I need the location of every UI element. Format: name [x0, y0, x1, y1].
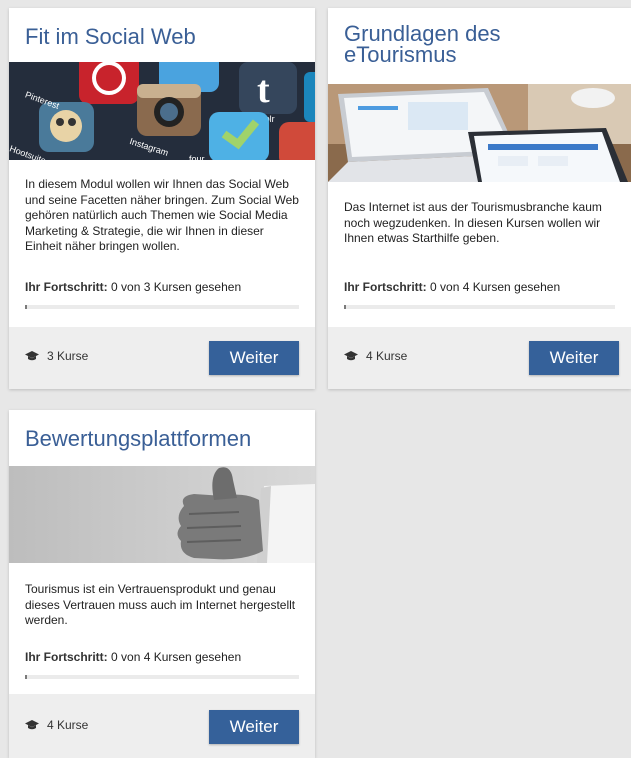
card-title: Fit im Social Web	[25, 24, 196, 49]
graduation-cap-icon	[344, 351, 358, 361]
progress-value: 0 von 4 Kursen gesehen	[430, 280, 561, 294]
course-count-label: 4 Kurse	[47, 718, 89, 732]
course-count: 3 Kurse	[25, 349, 88, 363]
progress-label: Ihr Fortschritt:	[25, 280, 108, 294]
weiter-button[interactable]: Weiter	[209, 341, 299, 375]
course-count: 4 Kurse	[344, 349, 407, 363]
progress-value: 0 von 3 Kursen gesehen	[111, 280, 242, 294]
social-media-apps-image: Tumblr t Tumblr Linke Instagram Pinteres…	[9, 62, 315, 160]
svg-text:t: t	[257, 69, 270, 111]
module-card-bewertungsplattformen: Bewertungsplattformen Tourismus ist ein …	[9, 410, 315, 758]
card-footer: 4 Kurse Weiter	[328, 327, 631, 389]
progress-label: Ihr Fortschritt:	[25, 650, 108, 664]
progress-bar	[25, 675, 299, 679]
card-description: Tourismus ist ein Vertrauensprodukt und …	[25, 582, 296, 627]
progress-bar-fill	[344, 305, 346, 309]
progress-label: Ihr Fortschritt:	[344, 280, 427, 294]
graduation-cap-icon	[25, 720, 39, 730]
card-description: In diesem Modul wollen wir Ihnen das Soc…	[25, 177, 299, 253]
svg-text:four: four	[189, 154, 205, 160]
weiter-button[interactable]: Weiter	[209, 710, 299, 744]
progress-text: Ihr Fortschritt: 0 von 4 Kursen gesehen	[344, 280, 623, 294]
graduation-cap-icon	[25, 351, 39, 361]
module-card-etourismus: Grundlagen des eTourismus Das Internet i…	[328, 8, 631, 389]
progress-text: Ihr Fortschritt: 0 von 4 Kursen gesehen	[25, 650, 307, 664]
progress-value: 0 von 4 Kursen gesehen	[111, 650, 242, 664]
card-footer: 4 Kurse Weiter	[9, 694, 315, 758]
module-card-social-web: Fit im Social Web Tumblr t Tumblr Linke …	[9, 8, 315, 389]
course-count-label: 3 Kurse	[47, 349, 89, 363]
card-title: Grundlagen des eTourismus	[344, 21, 501, 67]
course-count-label: 4 Kurse	[366, 349, 408, 363]
progress-bar	[25, 305, 299, 309]
progress-bar-fill	[25, 305, 27, 309]
progress-bar	[344, 305, 615, 309]
laptop-tablet-image	[328, 84, 631, 182]
progress-bar-fill	[25, 675, 27, 679]
thumbs-up-image	[9, 466, 315, 563]
card-title: Bewertungsplattformen	[25, 426, 252, 451]
progress-text: Ihr Fortschritt: 0 von 3 Kursen gesehen	[25, 280, 307, 294]
weiter-button[interactable]: Weiter	[529, 341, 619, 375]
course-count: 4 Kurse	[25, 718, 88, 732]
card-footer: 3 Kurse Weiter	[9, 327, 315, 389]
card-description: Das Internet ist aus der Tourismusbranch…	[344, 200, 602, 245]
